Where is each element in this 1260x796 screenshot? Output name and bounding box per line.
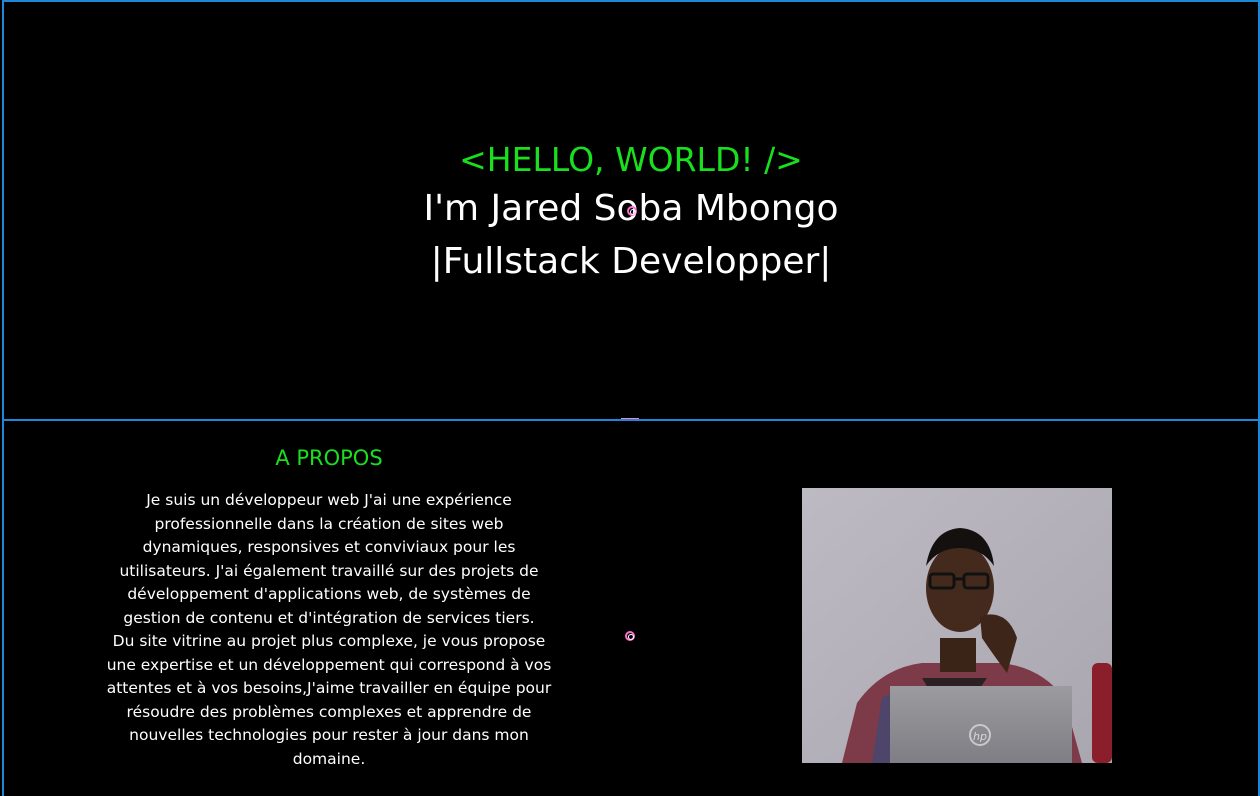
cursor-ring-icon xyxy=(627,206,637,216)
about-line: professionnelle dans la création de site… xyxy=(154,514,504,533)
profile-photo-illustration: hp xyxy=(802,488,1112,763)
about-line: Je suis un développeur web J'ai une expé… xyxy=(146,491,512,509)
about-line: développement d'applications web, de sys… xyxy=(127,585,531,603)
hero-greeting: <HELLO, WORLD! /> xyxy=(459,140,803,179)
about-text-column: A PROPOS Je suis un développeur web J'ai… xyxy=(99,443,559,771)
about-line: gestion de contenu et d'intégration de s… xyxy=(123,608,535,627)
profile-photo: hp xyxy=(802,488,1112,763)
about-title: A PROPOS xyxy=(275,446,383,470)
about-line: dynamiques, responsives et conviviaux po… xyxy=(142,538,516,556)
laptop-logo-icon: hp xyxy=(973,730,987,743)
about-line: nouvelles technologies pour rester à jou… xyxy=(129,726,529,744)
about-paragraph: Je suis un développeur web J'ai une expé… xyxy=(99,489,559,771)
about-section: A PROPOS Je suis un développeur web J'ai… xyxy=(2,419,1260,796)
about-line: Du site vitrine au projet plus complexe,… xyxy=(112,632,546,650)
cursor-ring-icon xyxy=(625,631,635,641)
about-line: une expertise et un développement qui co… xyxy=(106,655,552,674)
hero-section: <HELLO, WORLD! /> I'm Jared Soba Mbongo … xyxy=(2,0,1260,421)
about-line: domaine. xyxy=(292,749,366,768)
about-line: attentes et à vos besoins,J'aime travail… xyxy=(106,679,552,697)
about-line: utilisateurs. J'ai également travaillé s… xyxy=(119,561,539,580)
hero-role: |Fullstack Developper| xyxy=(430,241,832,282)
about-line: résoudre des problèmes complexes et appr… xyxy=(126,702,532,721)
